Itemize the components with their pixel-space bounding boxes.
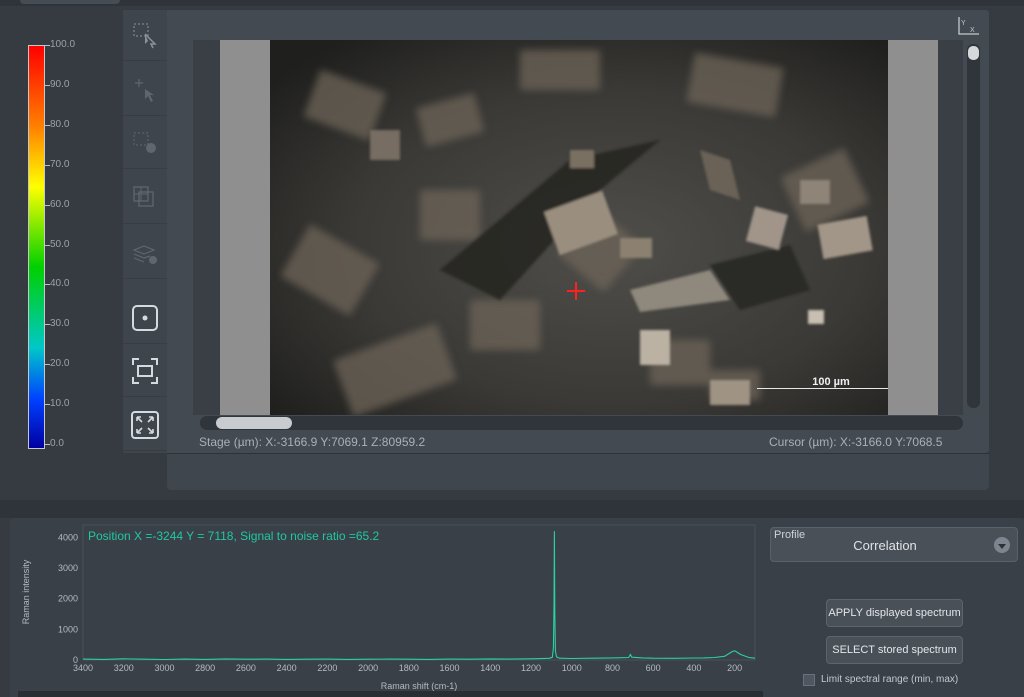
x-tick-label: 3400 [73, 663, 93, 673]
cursor-position-readout: Cursor (µm): X:-3166.0 Y:7068.5 [769, 435, 943, 449]
y-tick-label: 1000 [58, 624, 78, 634]
scale-bar-line [757, 388, 888, 389]
limit-spectral-range-checkbox[interactable] [803, 674, 815, 686]
color-scale-label: 90.0 [50, 78, 70, 90]
select-area-tool-icon [133, 23, 157, 49]
top-strip [0, 0, 1024, 6]
plot-frame [82, 524, 756, 661]
x-tick-label: 2400 [277, 663, 297, 673]
fit-frame-icon [132, 358, 158, 384]
x-tick-label: 2000 [358, 663, 378, 673]
x-tick-label: 1600 [440, 663, 460, 673]
x-tick-label: 2600 [236, 663, 256, 673]
layers-tool-icon [133, 186, 154, 207]
layers-tool-button[interactable] [123, 173, 167, 224]
color-scale-label: 40.0 [50, 278, 70, 290]
color-scale-label: 10.0 [50, 398, 70, 410]
image-toolbar [123, 10, 167, 453]
top-tab[interactable] [20, 0, 120, 4]
area-time-tool-icon [133, 132, 156, 153]
vertical-scroll-thumb[interactable] [968, 46, 979, 60]
select-stored-spectrum-button[interactable]: SELECT stored spectrum [826, 636, 963, 664]
viewer-margin-right [888, 40, 938, 415]
profile-value: Correlation [853, 538, 917, 553]
x-tick-label: 200 [727, 663, 742, 673]
y-tick-label: 4000 [58, 532, 78, 542]
profile-label: Profile [774, 529, 806, 541]
axis-orientation-icon[interactable]: Y X [955, 15, 981, 37]
fullscreen-button[interactable] [123, 400, 167, 451]
select-point-tool-button[interactable] [123, 65, 167, 116]
x-tick-label: 2200 [317, 663, 337, 673]
image-panel-footer [167, 453, 989, 490]
x-tick-label: 400 [686, 663, 701, 673]
scale-bar-label: 100 µm [812, 376, 850, 388]
panel-divider[interactable] [0, 500, 1024, 518]
limit-spectral-range-label: Limit spectral range (min, max) [821, 674, 959, 685]
x-tick-label: 1800 [399, 663, 419, 673]
select-area-tool-button[interactable] [123, 10, 167, 61]
color-scale-label: 0.0 [50, 438, 64, 449]
vertical-scrollbar[interactable] [967, 44, 980, 408]
color-scale-label: 80.0 [50, 118, 70, 130]
fullscreen-icon [131, 411, 159, 439]
svg-text:Y: Y [961, 20, 966, 27]
x-tick-label: 800 [605, 663, 620, 673]
x-tick-label: 3000 [154, 663, 174, 673]
color-scale-label: 60.0 [50, 198, 70, 210]
single-point-mode-button[interactable] [123, 293, 167, 344]
layer-stack-tool-button[interactable] [123, 228, 167, 279]
microscope-image[interactable]: 100 µm [270, 40, 888, 415]
spectrum-annotation: Position X =-3244 Y = 7118, Signal to no… [88, 529, 380, 543]
x-tick-label: 1400 [480, 663, 500, 673]
spectrum-line [82, 531, 756, 661]
y-tick-label: 2000 [58, 594, 78, 604]
color-scale-bar [28, 45, 45, 449]
x-tick-label: 2800 [195, 663, 215, 673]
fit-frame-button[interactable] [123, 346, 167, 397]
horizontal-scrollbar[interactable] [200, 416, 963, 430]
stage-position-readout: Stage (µm): X:-3166.9 Y:7069.1 Z:80959.2 [199, 435, 426, 449]
horizontal-scroll-thumb[interactable] [216, 417, 292, 429]
svg-text:X: X [970, 27, 975, 34]
microscope-image-content [270, 40, 888, 415]
spectrum-chart: 01000200030004000 3400 3200 3000 2800 2600 24… [21, 524, 756, 691]
color-scale-label: 30.0 [50, 318, 70, 330]
layer-stack-tool-icon [132, 245, 157, 264]
color-scale-label: 100.0 [50, 39, 76, 50]
x-tick-label: 1200 [521, 663, 541, 673]
single-point-mode-icon [132, 305, 158, 331]
y-axis-label: Raman intensity [21, 559, 31, 624]
area-time-tool-button[interactable] [123, 118, 167, 169]
spectrum-scrollbar[interactable] [18, 691, 763, 697]
color-scale-label: 50.0 [50, 238, 70, 250]
color-scale-label: 20.0 [50, 358, 70, 370]
x-tick-label: 3200 [114, 663, 134, 673]
x-axis-label: Raman shift (cm-1) [381, 681, 458, 691]
x-tick-label: 600 [646, 663, 661, 673]
x-tick-label: 1000 [562, 663, 582, 673]
viewer-margin-left [220, 40, 270, 415]
color-scale-label: 70.0 [50, 158, 70, 170]
apply-displayed-spectrum-button[interactable]: APPLY displayed spectrum [826, 599, 963, 627]
y-tick-label: 3000 [58, 563, 78, 573]
select-point-tool-icon [135, 79, 154, 102]
chevron-down-icon[interactable] [994, 537, 1010, 553]
